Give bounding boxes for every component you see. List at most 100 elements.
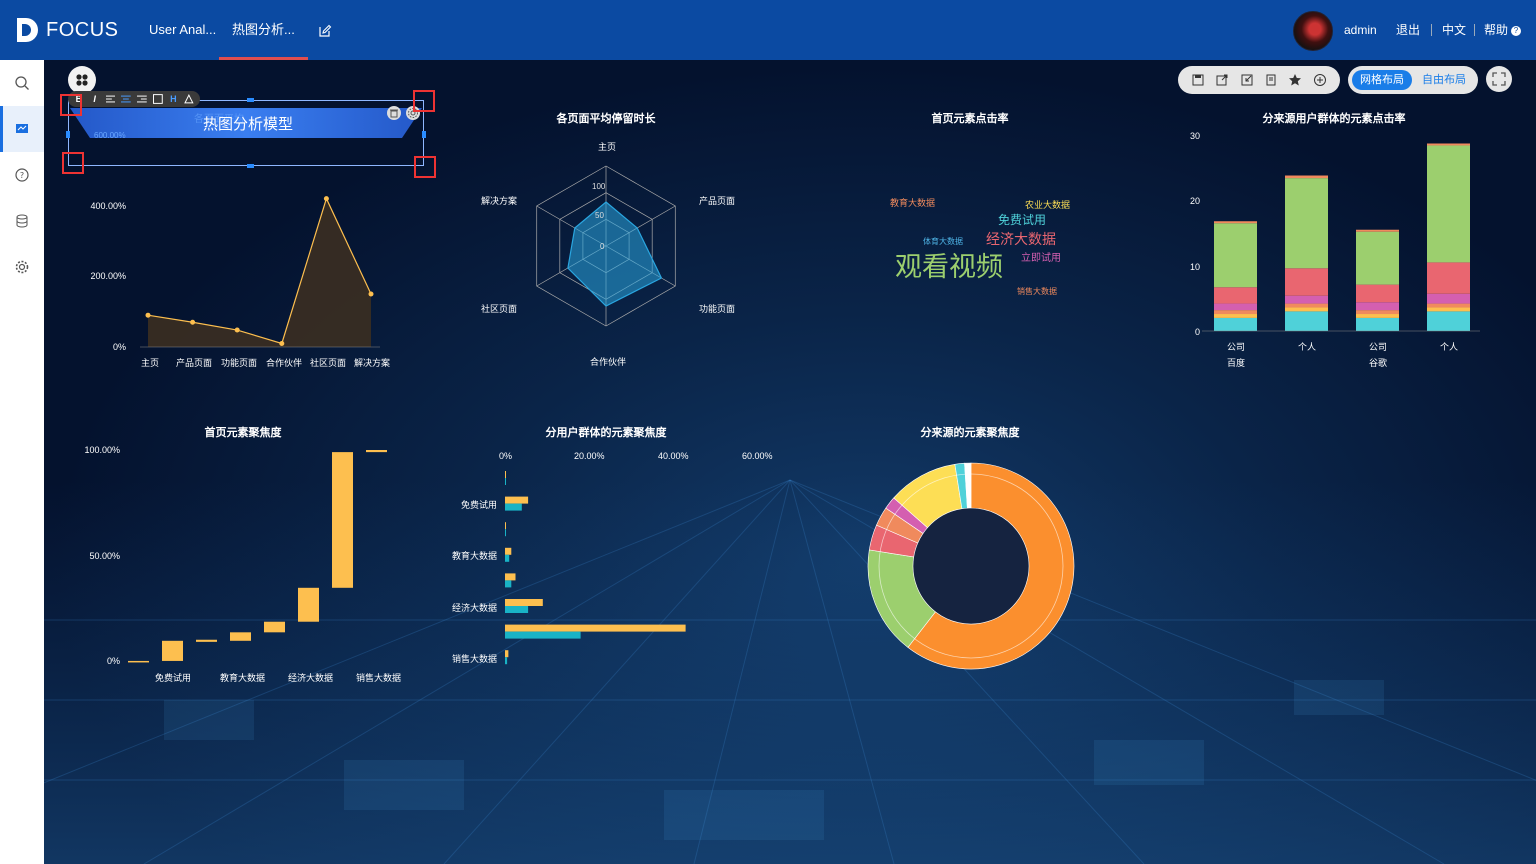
bar-segment: [1356, 229, 1399, 232]
bar: [505, 573, 516, 581]
focus-logo-icon: [17, 18, 38, 42]
tab-user-analysis[interactable]: User Anal...: [149, 0, 216, 60]
app-logo[interactable]: FOCUS: [14, 15, 119, 45]
align-right-icon[interactable]: [137, 95, 147, 104]
data-point: [145, 312, 151, 318]
bar-segment: [1285, 307, 1328, 312]
area-fill: [148, 198, 371, 347]
radar-ring-label: 50: [595, 211, 604, 220]
chart-title: 首页元素聚焦度: [204, 427, 282, 439]
bar: [505, 496, 529, 504]
radar-axis-label: 主页: [598, 142, 617, 152]
radar-area: [567, 201, 663, 307]
resize-handle-top-left[interactable]: [60, 94, 82, 116]
sidebar-item-settings[interactable]: [0, 244, 44, 290]
resize-handle-bottom-left[interactable]: [62, 152, 84, 174]
horizontal-bar-chart[interactable]: [505, 465, 765, 675]
waterfall-chart[interactable]: [120, 440, 400, 680]
x-tick-label: 功能页面: [221, 358, 258, 368]
trash-icon: [390, 109, 398, 118]
sidebar-item-dashboard[interactable]: [0, 106, 44, 152]
username[interactable]: admin: [1344, 0, 1377, 60]
bar-segment: [1427, 262, 1470, 294]
star-icon[interactable]: [1288, 73, 1302, 87]
bar-segment: [1214, 314, 1257, 318]
resize-handle-left[interactable]: [66, 131, 70, 138]
resize-handle-top-right[interactable]: [413, 90, 435, 112]
export-icon[interactable]: [1215, 73, 1229, 87]
resize-handle-right[interactable]: [422, 131, 426, 138]
language-link[interactable]: 中文: [1442, 0, 1466, 60]
bar-segment: [1214, 223, 1257, 288]
y-tick-label: 200.00%: [90, 271, 126, 281]
help-icon: ?: [1511, 25, 1522, 36]
radar-chart[interactable]: [506, 150, 706, 350]
waterfall-bar: [366, 450, 387, 453]
page-ratio-area-chart[interactable]: [80, 190, 420, 370]
bar: [505, 554, 510, 562]
group-label: 谷歌: [1369, 358, 1388, 368]
help-link[interactable]: 帮助?: [1484, 0, 1522, 60]
chart-title: 分来源用户群体的元素点击率: [1262, 113, 1406, 125]
y-tick-label: 0: [1194, 327, 1200, 337]
save-icon[interactable]: [1191, 73, 1205, 87]
widget-menu-button[interactable]: [68, 66, 96, 94]
border-icon[interactable]: [152, 94, 163, 104]
sidebar-item-data[interactable]: [0, 198, 44, 244]
x-tick-label: 经济大数据: [288, 673, 334, 683]
x-tick-label: 个人: [1440, 342, 1459, 352]
divider: [1431, 24, 1432, 36]
radar-axis-label: 社区页面: [481, 304, 518, 314]
bar: [505, 631, 581, 639]
bar-segment: [1214, 287, 1257, 304]
import-icon[interactable]: [1240, 73, 1254, 87]
word-cloud-word: 销售大数据: [1017, 287, 1057, 296]
add-icon[interactable]: [1313, 73, 1327, 87]
bar-segment: [1356, 231, 1399, 285]
resize-handle-top[interactable]: [247, 98, 254, 102]
sidebar-item-search[interactable]: [0, 60, 44, 106]
y-tick-label: 免费试用: [460, 500, 497, 510]
logo-text: FOCUS: [46, 18, 119, 41]
bar: [505, 522, 506, 530]
heading-button[interactable]: H: [169, 94, 179, 104]
bar-segment: [1427, 311, 1470, 331]
dashboard-title[interactable]: 热图分析模型: [70, 113, 426, 134]
sunburst-donut-chart[interactable]: [866, 461, 1076, 671]
gear-icon: [15, 260, 29, 274]
grid-layout-button[interactable]: 网格布局: [1352, 70, 1412, 90]
resize-handle-bottom-right[interactable]: [414, 156, 436, 178]
bar-segment: [1427, 293, 1470, 304]
chart-title: 各页面平均停留时长: [556, 113, 656, 125]
logout-link[interactable]: 退出: [1396, 0, 1420, 60]
word-cloud-word: 立即试用: [1021, 253, 1061, 264]
delete-widget-button[interactable]: [387, 106, 401, 120]
fullscreen-button[interactable]: [1486, 66, 1512, 92]
bar-segment: [1356, 314, 1399, 318]
radar-axis-label: 产品页面: [699, 196, 736, 206]
italic-button[interactable]: I: [90, 94, 100, 104]
stacked-bar-chart[interactable]: [1190, 130, 1490, 340]
y-tick-label: 教育大数据: [451, 551, 497, 561]
free-layout-button[interactable]: 自由布局: [1414, 70, 1474, 90]
copy-icon[interactable]: [1264, 73, 1278, 87]
tab-heatmap-analysis[interactable]: 热图分析...: [219, 0, 308, 60]
align-center-icon[interactable]: [121, 95, 131, 104]
edit-icon[interactable]: [318, 24, 332, 38]
user-avatar[interactable]: [1293, 11, 1333, 51]
canvas-toolbar: [1178, 66, 1340, 94]
group-label: 百度: [1227, 358, 1246, 368]
bar: [505, 650, 509, 658]
svg-text:?: ?: [20, 171, 24, 180]
resize-handle-bottom[interactable]: [247, 164, 254, 168]
align-left-icon[interactable]: [105, 95, 116, 104]
bar-segment: [1285, 295, 1328, 304]
layout-toggle: 网格布局 自由布局: [1348, 66, 1478, 94]
text-color-icon[interactable]: [184, 94, 194, 104]
data-point: [234, 327, 240, 333]
word-cloud-word: 免费试用: [998, 213, 1047, 227]
sidebar-item-help[interactable]: ?: [0, 152, 44, 198]
x-tick-label: 主页: [141, 358, 160, 368]
data-point: [368, 291, 374, 297]
bar-segment: [1356, 310, 1399, 315]
